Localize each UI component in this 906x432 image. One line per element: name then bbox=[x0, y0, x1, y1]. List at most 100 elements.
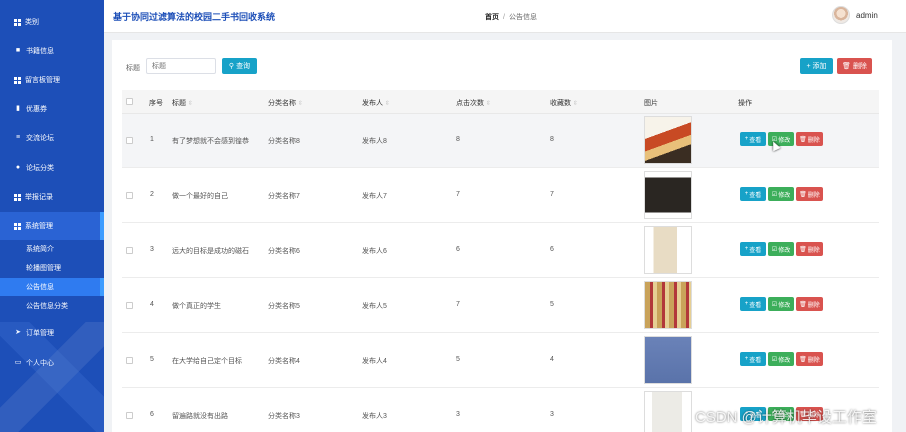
table-row: 1 有了梦想就不会感到徨恭 分类名称8 发布人8 8 8 + 查看 ☑ 修改 🗑 删除 bbox=[122, 114, 879, 168]
cell-title: 有了梦想就不会感到徨恭 bbox=[172, 138, 249, 145]
sidebar-item-system[interactable]: 系统管理 bbox=[0, 212, 104, 240]
delete-button-label: 删除 bbox=[807, 247, 820, 254]
row-checkbox[interactable] bbox=[126, 137, 133, 144]
sidebar-item-message-board[interactable]: 留言板管理 bbox=[0, 66, 104, 94]
delete-button[interactable]: 🗑 删除 bbox=[796, 187, 823, 201]
edit-button[interactable]: ☑ 修改 bbox=[768, 297, 794, 311]
edit-icon: ☑ bbox=[771, 356, 778, 363]
edit-icon: ☑ bbox=[771, 301, 778, 308]
edit-button[interactable]: ☑ 修改 bbox=[768, 187, 794, 201]
sidebar-subitem-label: 轮播图管理 bbox=[26, 265, 61, 272]
delete-button-label: 删除 bbox=[807, 137, 820, 144]
cell-favorites: 7 bbox=[550, 191, 554, 198]
cell-index: 4 bbox=[150, 301, 154, 308]
cell-publisher: 发布人3 bbox=[362, 413, 387, 420]
header-publisher-label: 发布人 bbox=[362, 100, 383, 107]
sidebar-subitem-label: 公告信息 bbox=[26, 284, 54, 291]
sidebar-item-label: 优惠券 bbox=[26, 106, 47, 113]
search-button[interactable]: ⚲ 查询 bbox=[222, 58, 257, 74]
sidebar-subitem-intro[interactable]: 系统简介 bbox=[0, 240, 104, 258]
cell-index: 5 bbox=[150, 356, 154, 363]
header-clicks[interactable]: 点击次数 ⇳ bbox=[456, 98, 491, 108]
delete-button[interactable]: 🗑 删除 bbox=[796, 352, 823, 366]
search-input[interactable] bbox=[146, 58, 216, 74]
sidebar-item-label: 交流论坛 bbox=[26, 135, 54, 142]
sidebar-subitem-notice-category[interactable]: 公告信息分类 bbox=[0, 297, 104, 315]
app-title: 基于协同过滤算法的校园二手书回收系统 bbox=[113, 12, 276, 22]
add-button[interactable]: + 添加 bbox=[800, 58, 833, 74]
cell-publisher: 发布人4 bbox=[362, 358, 387, 365]
book-cover-image bbox=[644, 171, 692, 219]
plus-icon: + bbox=[744, 356, 749, 362]
cell-publisher: 发布人8 bbox=[362, 138, 387, 145]
row-checkbox[interactable] bbox=[126, 247, 133, 254]
row-checkbox[interactable] bbox=[126, 412, 133, 419]
cell-favorites: 5 bbox=[550, 301, 554, 308]
sidebar-item-forum-category[interactable]: ● 论坛分类 bbox=[0, 154, 104, 182]
header-favorites[interactable]: 收藏数 ⇳ bbox=[550, 98, 578, 108]
bar-chart-icon: ▮ bbox=[16, 105, 20, 112]
view-button-label: 查看 bbox=[749, 357, 762, 364]
sort-icon: ⇳ bbox=[298, 101, 304, 107]
user-name[interactable]: admin bbox=[856, 11, 878, 20]
sort-icon: ⇳ bbox=[573, 101, 579, 107]
delete-button[interactable]: 🗑 删除 bbox=[796, 242, 823, 256]
sidebar-item-label: 类别 bbox=[25, 19, 39, 26]
trash-icon: 🗑 bbox=[799, 191, 807, 198]
view-button[interactable]: + 查看 bbox=[740, 352, 766, 366]
sidebar-item-report[interactable]: 举报记录 bbox=[0, 183, 104, 211]
book-cover-image bbox=[644, 281, 692, 329]
delete-button-label: 删除 bbox=[807, 357, 820, 364]
cell-clicks: 3 bbox=[456, 411, 460, 418]
view-button[interactable]: + 查看 bbox=[740, 132, 766, 146]
edit-button[interactable]: ☑ 修改 bbox=[768, 242, 794, 256]
edit-icon: ☑ bbox=[771, 246, 778, 253]
view-button[interactable]: + 查看 bbox=[740, 187, 766, 201]
row-checkbox[interactable] bbox=[126, 357, 133, 364]
edit-button-label: 修改 bbox=[778, 247, 791, 254]
table-row: 4 做个真正的学生 分类名称5 发布人5 7 5 + 查看 ☑ 修改 🗑 删除 bbox=[122, 279, 879, 333]
sort-icon: ⇳ bbox=[486, 101, 492, 107]
delete-button[interactable]: 🗑 删除 bbox=[796, 132, 823, 146]
sidebar-item-forum[interactable]: ≡ 交流论坛 bbox=[0, 124, 104, 152]
edit-button-label: 修改 bbox=[778, 192, 791, 199]
sidebar-subitem-notice[interactable]: 公告信息 bbox=[0, 278, 104, 296]
header-category[interactable]: 分类名称 ⇳ bbox=[268, 98, 303, 108]
header-favorites-label: 收藏数 bbox=[550, 100, 571, 107]
breadcrumb-home[interactable]: 首页 bbox=[485, 14, 499, 21]
select-all-checkbox[interactable] bbox=[126, 98, 133, 105]
plus-icon: + bbox=[744, 136, 749, 142]
sidebar-subitem-carousel[interactable]: 轮播图管理 bbox=[0, 259, 104, 277]
delete-button[interactable]: 🗑 删除 bbox=[796, 297, 823, 311]
book-cover-image bbox=[644, 116, 692, 164]
row-checkbox[interactable] bbox=[126, 302, 133, 309]
sidebar-item-label: 系统管理 bbox=[25, 223, 53, 230]
sidebar-item-coupon[interactable]: ▮ 优惠券 bbox=[0, 95, 104, 123]
edit-icon: ☑ bbox=[771, 191, 778, 198]
cell-category: 分类名称7 bbox=[268, 193, 300, 200]
cell-clicks: 7 bbox=[456, 191, 460, 198]
header-title[interactable]: 标题 ⇳ bbox=[172, 98, 193, 108]
view-button[interactable]: + 查看 bbox=[740, 242, 766, 256]
sidebar-item-label: 书籍信息 bbox=[26, 48, 54, 55]
view-button[interactable]: + 查看 bbox=[740, 297, 766, 311]
avatar[interactable] bbox=[832, 6, 850, 24]
add-button-label: 添加 bbox=[812, 63, 827, 70]
cell-index: 3 bbox=[150, 246, 154, 253]
row-checkbox[interactable] bbox=[126, 192, 133, 199]
header-publisher[interactable]: 发布人 ⇳ bbox=[362, 98, 390, 108]
edit-button-label: 修改 bbox=[778, 357, 791, 364]
edit-button[interactable]: ☑ 修改 bbox=[768, 352, 794, 366]
edit-button-label: 修改 bbox=[778, 137, 791, 144]
view-button-label: 查看 bbox=[749, 247, 762, 254]
breadcrumb-current: 公告信息 bbox=[508, 14, 537, 21]
sidebar-item-category[interactable]: 类别 bbox=[0, 8, 104, 36]
cell-publisher: 发布人7 bbox=[362, 193, 387, 200]
batch-delete-button[interactable]: 🗑 删除 bbox=[837, 58, 872, 74]
cell-index: 6 bbox=[150, 411, 154, 418]
sidebar-item-book-info[interactable]: ■ 书籍信息 bbox=[0, 37, 104, 65]
search-button-label: 查询 bbox=[236, 63, 251, 70]
trash-icon: 🗑 bbox=[799, 301, 807, 308]
cell-title: 在大学给自己定个目标 bbox=[172, 358, 242, 365]
sidebar-decoration bbox=[0, 322, 104, 432]
